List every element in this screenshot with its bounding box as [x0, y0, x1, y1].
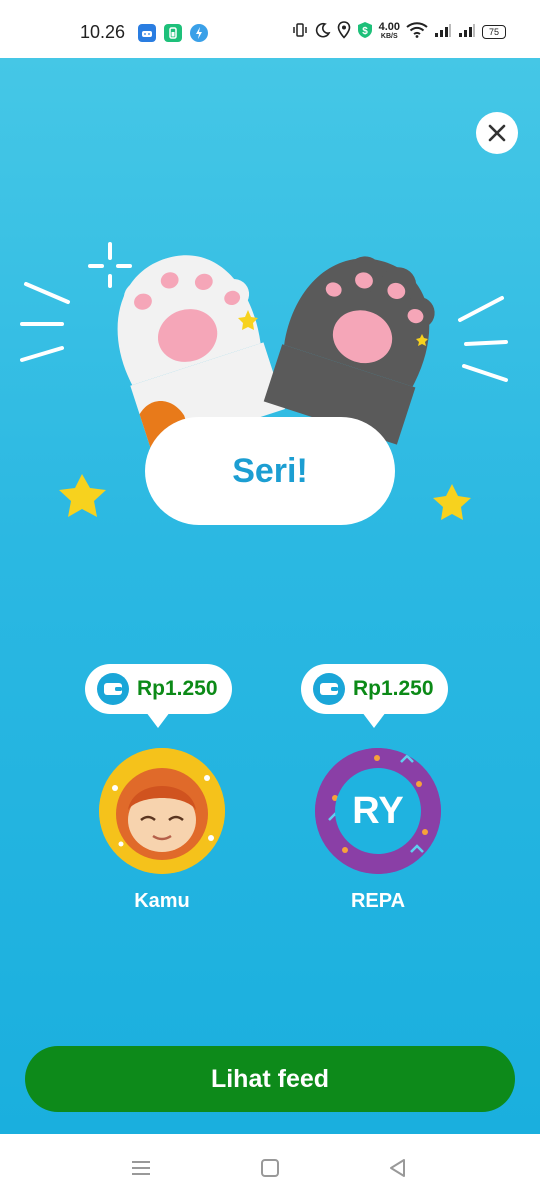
location-icon: [337, 21, 351, 43]
vibrate-icon: [291, 21, 309, 43]
signal-icon-2: [458, 23, 476, 41]
close-icon: [487, 123, 507, 143]
reward-bubble: Rp1.250: [301, 664, 448, 728]
view-feed-button[interactable]: Lihat feed: [25, 1046, 515, 1112]
bubble-tail: [362, 712, 387, 728]
home-button[interactable]: [256, 1154, 284, 1182]
wallet-icon: [313, 673, 345, 705]
menu-icon: [132, 1161, 150, 1175]
reward-amount: Rp1.250: [137, 677, 218, 700]
avatar-initials-badge: RY: [335, 768, 421, 854]
square-icon: [261, 1159, 279, 1177]
svg-text:$: $: [362, 26, 368, 37]
avatar[interactable]: [99, 748, 225, 874]
close-button[interactable]: [476, 112, 518, 154]
reward-amount: Rp1.250: [353, 677, 434, 700]
back-triangle-icon: [390, 1159, 405, 1177]
wifi-icon: [406, 22, 428, 42]
avatar[interactable]: RY: [315, 748, 441, 874]
player-name: REPA: [350, 890, 406, 912]
signal-icon-1: [434, 23, 452, 41]
wallet-icon: [97, 673, 129, 705]
shield-bolt-icon: [190, 24, 208, 42]
status-time: 10.26: [80, 22, 126, 42]
battery-app-icon: [164, 24, 182, 42]
recent-apps-button[interactable]: [127, 1154, 155, 1182]
result-banner: Seri!: [145, 417, 395, 525]
back-button[interactable]: [384, 1154, 412, 1182]
status-indicators: $ 4.00 KB/S 75: [291, 20, 506, 44]
avatar-initials: RY: [352, 789, 404, 832]
player-name: Kamu: [134, 890, 190, 912]
android-app-icon: [138, 24, 156, 42]
status-bar: 10.26 $ 4.00 KB/S 75: [0, 0, 540, 58]
reward-bubble: Rp1.250: [85, 664, 232, 728]
bubble-tail: [146, 712, 171, 728]
battery-indicator: 75: [482, 25, 506, 39]
network-speed: 4.00 KB/S: [378, 21, 400, 41]
system-navigation-bar: [0, 1134, 540, 1200]
result-label: Seri!: [232, 451, 308, 490]
match-result-screen: Seri! Rp1.250 Rp1.250 Kamu RY REPA Lihat…: [0, 58, 540, 1134]
moon-icon: [315, 22, 331, 42]
dollar-shield-icon: $: [357, 21, 373, 43]
view-feed-label: Lihat feed: [210, 1064, 330, 1093]
